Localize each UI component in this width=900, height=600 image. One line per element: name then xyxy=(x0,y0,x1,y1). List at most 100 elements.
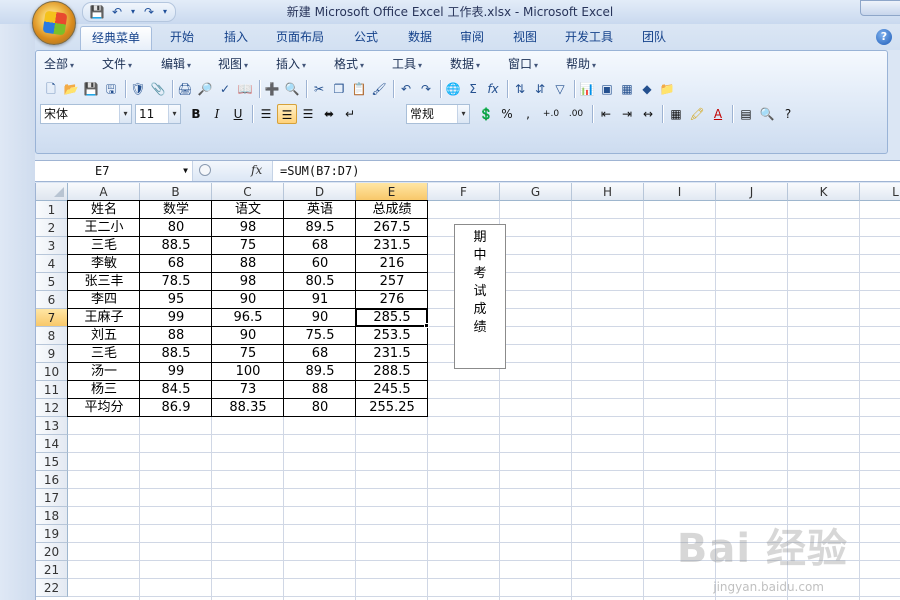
row-header-1[interactable]: 1 xyxy=(36,201,68,219)
merge-center-icon[interactable]: ⬌ xyxy=(319,104,339,124)
column-header-i[interactable]: I xyxy=(644,183,716,201)
menu-window[interactable]: 窗口 ▾ xyxy=(508,54,538,74)
column-header-c[interactable]: C xyxy=(212,183,284,201)
column-header-a[interactable]: A xyxy=(68,183,140,201)
font-color-icon[interactable]: A xyxy=(708,104,728,124)
folder-icon[interactable]: 📁 xyxy=(658,80,676,98)
cell-C3[interactable]: 75 xyxy=(212,237,284,255)
cell-B11[interactable]: 84.5 xyxy=(140,381,212,399)
column-header-f[interactable]: F xyxy=(428,183,500,201)
tab-insert[interactable]: 插入 xyxy=(214,26,258,50)
row-header-10[interactable]: 10 xyxy=(36,363,68,381)
row-header-22[interactable]: 22 xyxy=(36,579,68,597)
sort-descending-icon[interactable]: ⇵ xyxy=(531,80,549,98)
column-header-d[interactable]: D xyxy=(284,183,356,201)
cell-A6[interactable]: 李四 xyxy=(68,291,140,309)
copy-icon[interactable]: ❐ xyxy=(330,80,348,98)
number-format-combo[interactable]: 常规 ▾ xyxy=(406,104,470,124)
cell-C11[interactable]: 73 xyxy=(212,381,284,399)
shapes-icon[interactable]: ◆ xyxy=(638,80,656,98)
decrease-indent-icon[interactable]: ⇤ xyxy=(596,104,616,124)
cell-B2[interactable]: 80 xyxy=(140,219,212,237)
tab-team[interactable]: 团队 xyxy=(632,26,676,50)
column-header-j[interactable]: J xyxy=(716,183,788,201)
cell-E12[interactable]: 255.25 xyxy=(356,399,428,417)
cell-C8[interactable]: 90 xyxy=(212,327,284,345)
menu-all[interactable]: 全部 ▾ xyxy=(44,54,74,74)
save-as-icon[interactable]: 🖫 xyxy=(102,80,120,98)
styles-icon[interactable]: ▤ xyxy=(736,104,756,124)
row-header-15[interactable]: 15 xyxy=(36,453,68,471)
cell-E7[interactable]: 285.5 xyxy=(356,309,428,327)
save-icon[interactable]: 💾 xyxy=(89,4,105,20)
menu-file[interactable]: 文件 ▾ xyxy=(102,54,132,74)
cell-B3[interactable]: 88.5 xyxy=(140,237,212,255)
font-name-dropdown-icon[interactable]: ▾ xyxy=(119,105,131,123)
cell-D4[interactable]: 60 xyxy=(284,255,356,273)
find-icon[interactable]: 🔍 xyxy=(757,104,777,124)
name-box-dropdown-icon[interactable]: ▼ xyxy=(183,161,188,181)
row-header-21[interactable]: 21 xyxy=(36,561,68,579)
cell-B1[interactable]: 数学 xyxy=(140,201,212,219)
cell-E5[interactable]: 257 xyxy=(356,273,428,291)
cut-icon[interactable]: ✂ xyxy=(310,80,328,98)
menu-insert[interactable]: 插入 ▾ xyxy=(276,54,306,74)
format-painter-icon[interactable]: 🖌 xyxy=(370,80,388,98)
office-button[interactable] xyxy=(32,1,76,45)
cell-A12[interactable]: 平均分 xyxy=(68,399,140,417)
font-size-combo[interactable]: 11 ▾ xyxy=(135,104,181,124)
align-center-icon[interactable]: ☰ xyxy=(277,104,297,124)
italic-button[interactable]: I xyxy=(207,104,227,124)
menu-view[interactable]: 视图 ▾ xyxy=(218,54,248,74)
window-controls[interactable] xyxy=(860,0,900,16)
row-header-5[interactable]: 5 xyxy=(36,273,68,291)
row-header-6[interactable]: 6 xyxy=(36,291,68,309)
cell-E8[interactable]: 253.5 xyxy=(356,327,428,345)
redo-icon[interactable]: ↷ xyxy=(417,80,435,98)
cell-A4[interactable]: 李敏 xyxy=(68,255,140,273)
increase-decimal-button[interactable]: +.0 xyxy=(539,104,563,124)
tab-page-layout[interactable]: 页面布局 xyxy=(268,26,332,50)
sort-ascending-icon[interactable]: ⇅ xyxy=(511,80,529,98)
drawing-icon[interactable]: ▣ xyxy=(598,80,616,98)
cell-A3[interactable]: 三毛 xyxy=(68,237,140,255)
cell-A2[interactable]: 王二小 xyxy=(68,219,140,237)
filter-icon[interactable]: ▽ xyxy=(551,80,569,98)
hyperlink-icon[interactable]: 🌐 xyxy=(444,80,462,98)
redo-dropdown-icon[interactable]: ▾ xyxy=(161,4,169,20)
row-header-4[interactable]: 4 xyxy=(36,255,68,273)
zoom-icon[interactable]: 🔍 xyxy=(283,80,301,98)
cell-D7[interactable]: 90 xyxy=(284,309,356,327)
fill-handle[interactable] xyxy=(424,323,429,328)
name-box[interactable]: E7 ▼ xyxy=(35,161,193,181)
cell-C2[interactable]: 98 xyxy=(212,219,284,237)
column-header-b[interactable]: B xyxy=(140,183,212,201)
align-right-icon[interactable]: ☰ xyxy=(298,104,318,124)
row-header-7[interactable]: 7 xyxy=(36,309,68,327)
cell-B8[interactable]: 88 xyxy=(140,327,212,345)
menu-help[interactable]: 帮助 ▾ xyxy=(566,54,596,74)
cell-C9[interactable]: 75 xyxy=(212,345,284,363)
cell-B6[interactable]: 95 xyxy=(140,291,212,309)
number-format-dropdown-icon[interactable]: ▾ xyxy=(457,105,469,123)
row-header-13[interactable]: 13 xyxy=(36,417,68,435)
row-header-16[interactable]: 16 xyxy=(36,471,68,489)
cell-A7[interactable]: 王麻子 xyxy=(68,309,140,327)
borders-icon[interactable]: ▦ xyxy=(666,104,686,124)
formula-input[interactable]: =SUM(B7:D7) xyxy=(280,161,359,181)
row-header-18[interactable]: 18 xyxy=(36,507,68,525)
cell-D12[interactable]: 80 xyxy=(284,399,356,417)
row-header-19[interactable]: 19 xyxy=(36,525,68,543)
cell-A8[interactable]: 刘五 xyxy=(68,327,140,345)
save-icon[interactable]: 💾 xyxy=(82,80,100,98)
cell-A5[interactable]: 张三丰 xyxy=(68,273,140,291)
row-header-11[interactable]: 11 xyxy=(36,381,68,399)
new-file-icon[interactable]: 🗋 xyxy=(42,80,60,98)
cell-E11[interactable]: 245.5 xyxy=(356,381,428,399)
font-name-combo[interactable]: 宋体 ▾ xyxy=(40,104,132,124)
print-preview-icon[interactable]: 🔎 xyxy=(196,80,214,98)
increase-indent-icon[interactable]: ⇥ xyxy=(617,104,637,124)
column-header-l[interactable]: L xyxy=(860,183,900,201)
spell-check-icon[interactable]: ✓ xyxy=(216,80,234,98)
tab-home[interactable]: 开始 xyxy=(160,26,204,50)
